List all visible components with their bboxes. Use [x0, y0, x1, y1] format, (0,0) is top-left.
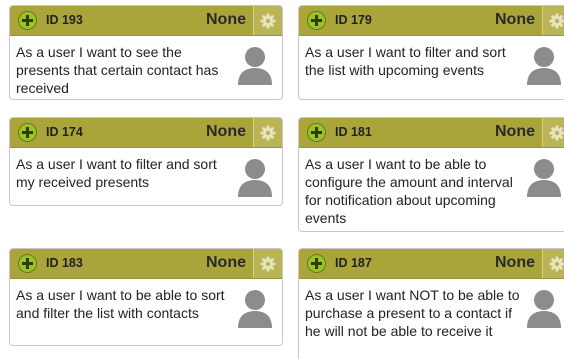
- gear-icon: [260, 13, 276, 28]
- plus-circle-icon: [311, 258, 322, 269]
- plus-circle-icon: [22, 127, 33, 138]
- story-card[interactable]: ID 181 None As a user I want to be able …: [298, 117, 564, 232]
- gear-icon: [260, 125, 276, 140]
- status-label[interactable]: None: [495, 11, 535, 29]
- settings-button[interactable]: [542, 6, 564, 35]
- story-card[interactable]: ID 187 None As a user I want NOT to be a…: [298, 248, 564, 359]
- settings-button[interactable]: [542, 118, 564, 147]
- story-text: As a user I want to see the presents tha…: [16, 44, 219, 96]
- settings-button[interactable]: [253, 249, 282, 278]
- gear-icon: [549, 125, 564, 140]
- expand-button[interactable]: [307, 11, 326, 30]
- status-label[interactable]: None: [495, 123, 535, 141]
- gear-icon: [549, 13, 564, 28]
- expand-button[interactable]: [18, 254, 37, 273]
- plus-circle-icon: [311, 127, 322, 138]
- story-card[interactable]: ID 179 None As a user I want to filter a…: [298, 5, 564, 100]
- status-label[interactable]: None: [206, 123, 246, 141]
- user-avatar-icon: [527, 290, 561, 328]
- card-header: ID 174 None: [10, 118, 282, 148]
- story-text: As a user I want to filter and sort the …: [305, 44, 506, 78]
- expand-button[interactable]: [307, 123, 326, 142]
- story-card[interactable]: ID 174 None As a user I want to filter a…: [9, 117, 283, 206]
- user-avatar-icon: [527, 47, 561, 85]
- settings-button[interactable]: [542, 249, 564, 278]
- story-card[interactable]: ID 193 None As a user I want to see the …: [9, 5, 283, 100]
- gear-icon: [260, 256, 276, 271]
- gear-icon: [549, 256, 564, 271]
- user-avatar-icon: [238, 47, 272, 85]
- status-label[interactable]: None: [206, 11, 246, 29]
- user-avatar-icon: [238, 159, 272, 197]
- user-avatar-icon: [527, 159, 561, 197]
- card-header: ID 193 None: [10, 6, 282, 36]
- story-id: ID 187: [335, 256, 372, 270]
- story-text: As a user I want to filter and sort my r…: [16, 156, 217, 190]
- story-id: ID 193: [46, 13, 83, 27]
- story-id: ID 181: [335, 125, 372, 139]
- story-text: As a user I want to be able to configure…: [305, 156, 513, 226]
- card-header: ID 179 None: [299, 6, 564, 36]
- plus-circle-icon: [311, 15, 322, 26]
- card-header: ID 181 None: [299, 118, 564, 148]
- story-id: ID 179: [335, 13, 372, 27]
- expand-button[interactable]: [18, 123, 37, 142]
- story-card[interactable]: ID 183 None As a user I want to be able …: [9, 248, 283, 346]
- plus-circle-icon: [22, 258, 33, 269]
- user-avatar-icon: [238, 290, 272, 328]
- status-label[interactable]: None: [206, 254, 246, 272]
- card-header: ID 187 None: [299, 249, 564, 279]
- settings-button[interactable]: [253, 6, 282, 35]
- story-text: As a user I want to be able to sort and …: [16, 287, 225, 321]
- expand-button[interactable]: [307, 254, 326, 273]
- story-text: As a user I want NOT to be able to purch…: [305, 287, 520, 339]
- expand-button[interactable]: [18, 11, 37, 30]
- story-id: ID 183: [46, 256, 83, 270]
- plus-circle-icon: [22, 15, 33, 26]
- status-label[interactable]: None: [495, 254, 535, 272]
- story-id: ID 174: [46, 125, 83, 139]
- card-header: ID 183 None: [10, 249, 282, 279]
- settings-button[interactable]: [253, 118, 282, 147]
